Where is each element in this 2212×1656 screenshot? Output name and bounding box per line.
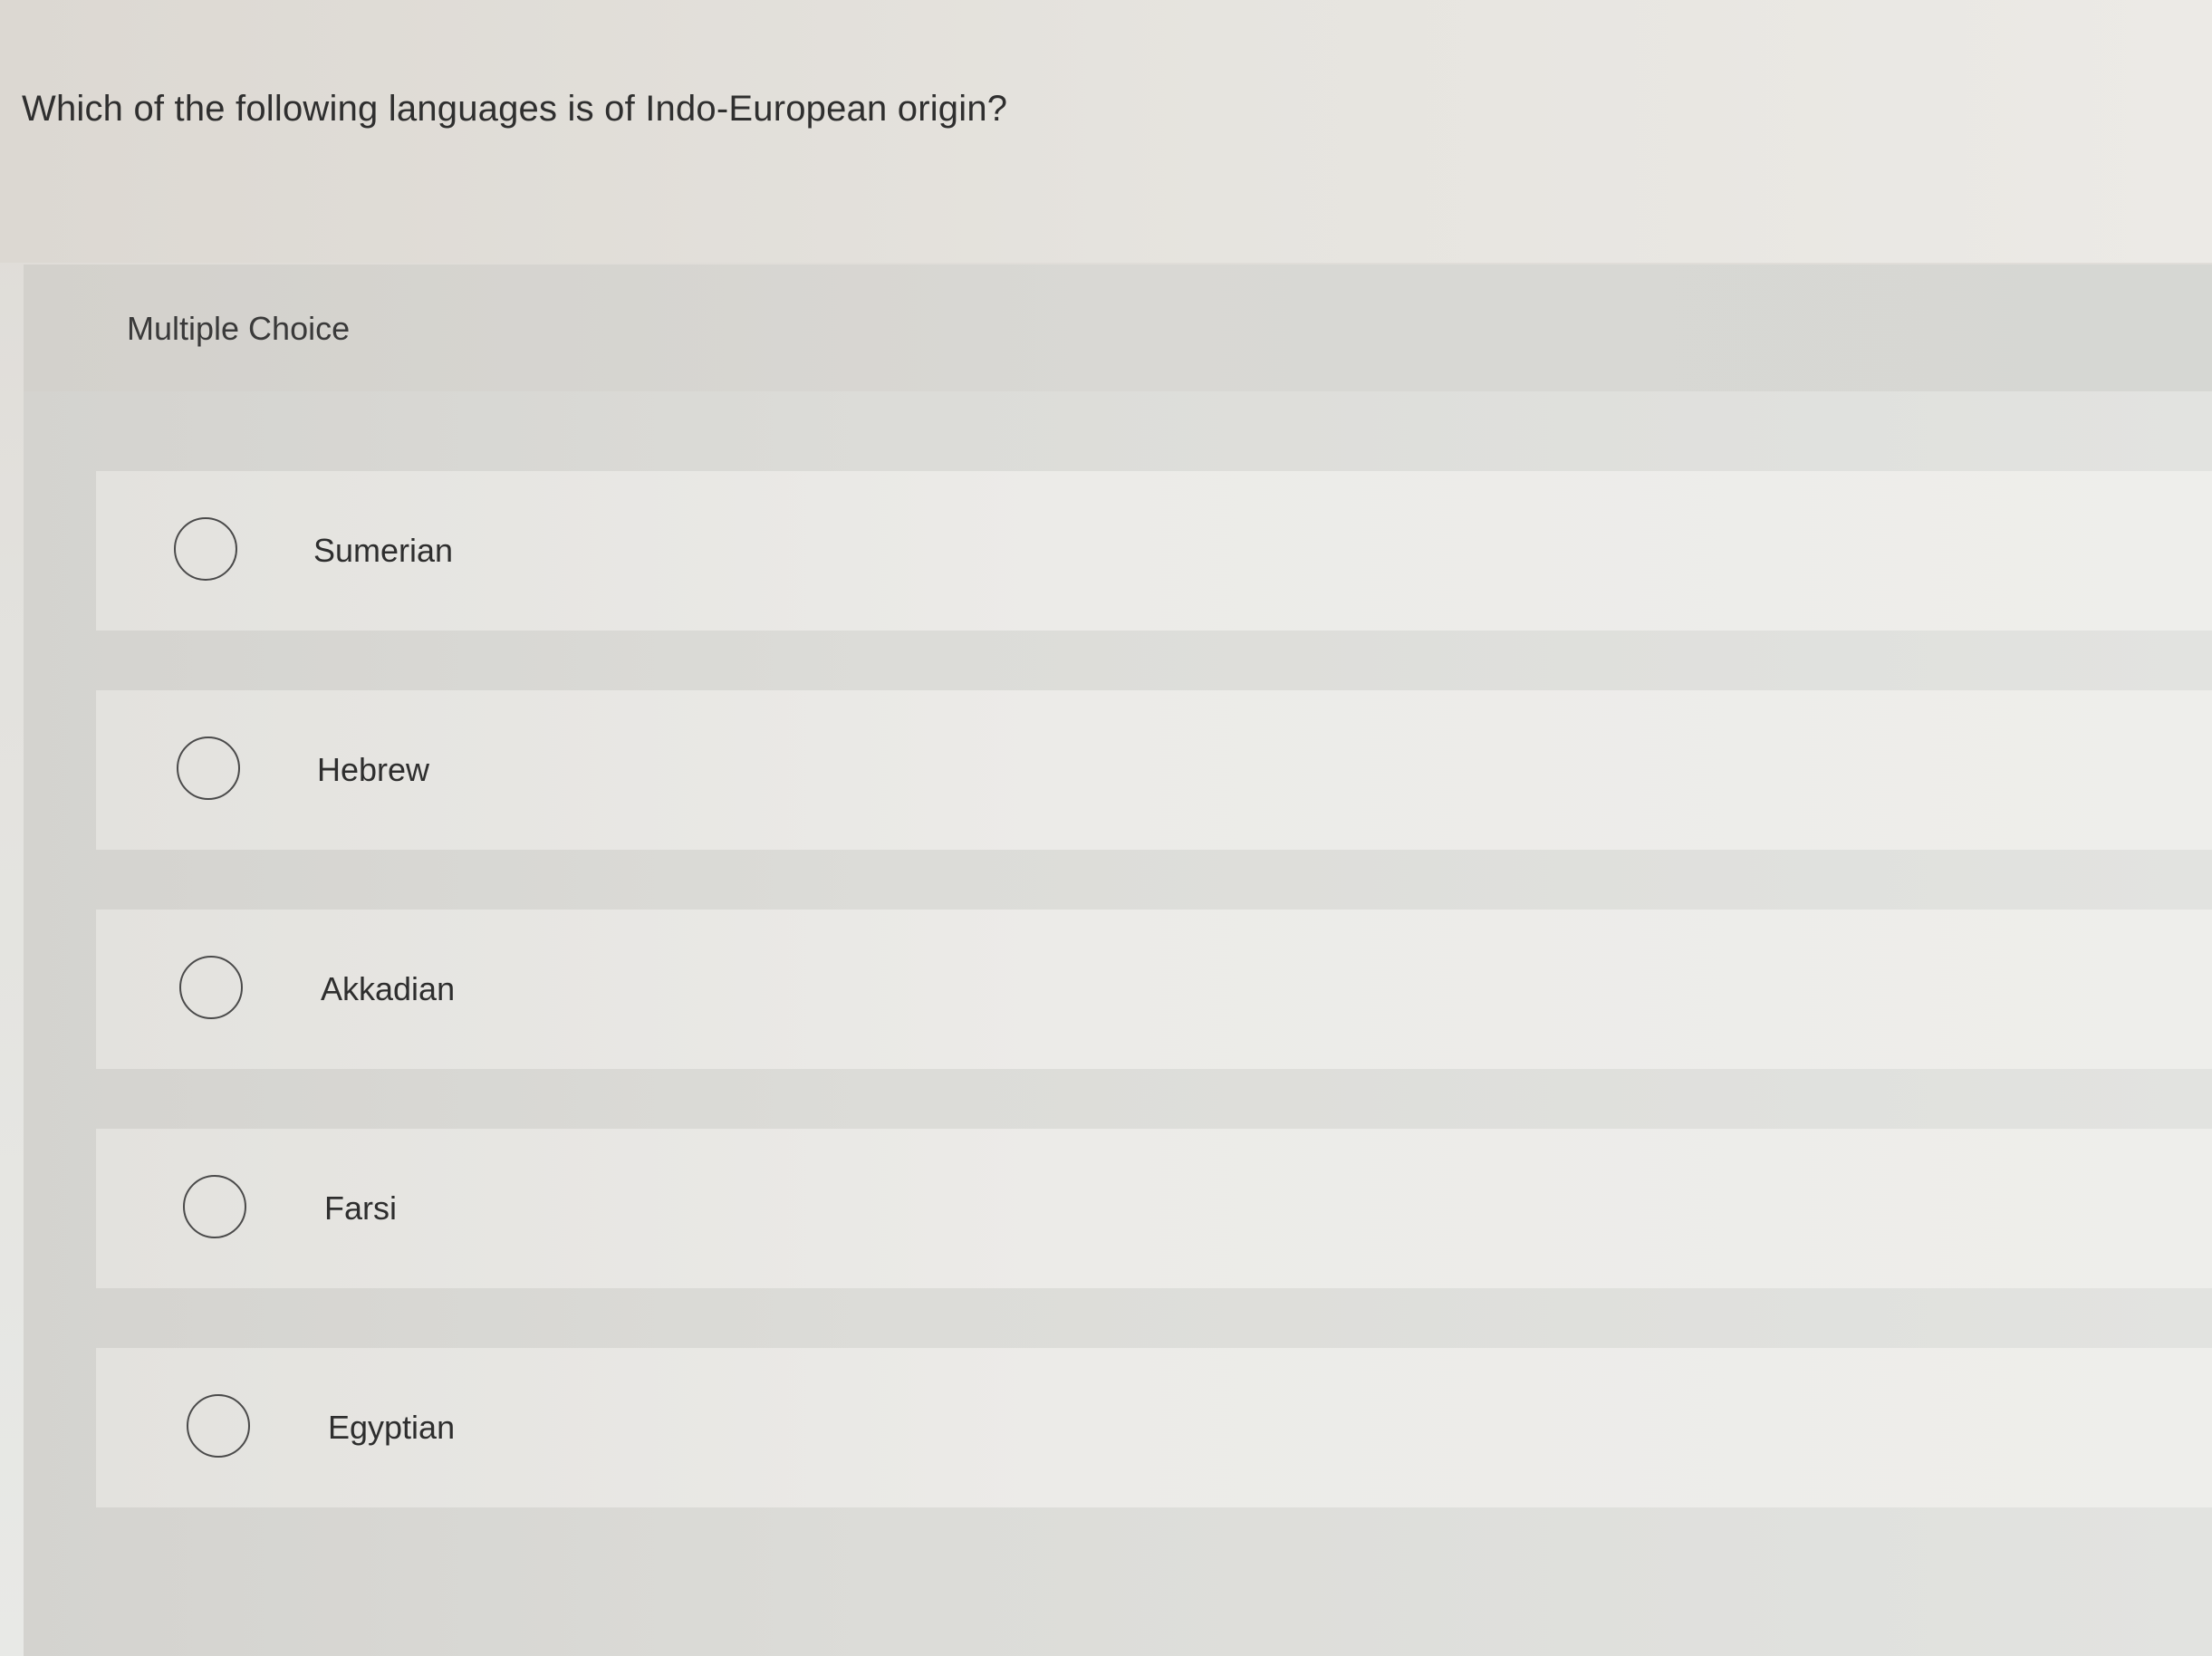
answer-option-label: Sumerian (313, 532, 454, 569)
radio-button-icon[interactable] (187, 1394, 250, 1458)
answer-option-akkadian[interactable]: Akkadian (96, 910, 2212, 1069)
answer-option-label: Akkadian (321, 970, 456, 1007)
multiple-choice-label: Multiple Choice (127, 310, 351, 347)
question-text: Which of the following languages is of I… (22, 89, 1008, 129)
answer-option-label: Farsi (324, 1189, 397, 1227)
radio-button-icon[interactable] (174, 517, 237, 581)
radio-button-icon[interactable] (183, 1175, 246, 1238)
radio-button-icon[interactable] (177, 737, 240, 800)
answer-option-label: Hebrew (317, 751, 430, 788)
answer-option-sumerian[interactable]: Sumerian (96, 471, 2212, 631)
question-area: Which of the following languages is of I… (0, 0, 2212, 263)
multiple-choice-header: Multiple Choice (24, 265, 2212, 391)
answer-option-label: Egyptian (328, 1409, 456, 1446)
radio-button-icon[interactable] (179, 956, 243, 1019)
answer-option-farsi[interactable]: Farsi (96, 1129, 2212, 1288)
answer-option-hebrew[interactable]: Hebrew (96, 690, 2212, 850)
multiple-choice-panel: Multiple Choice Sumerian Hebrew Akkadian… (24, 265, 2212, 1656)
answer-option-egyptian[interactable]: Egyptian (96, 1348, 2212, 1507)
